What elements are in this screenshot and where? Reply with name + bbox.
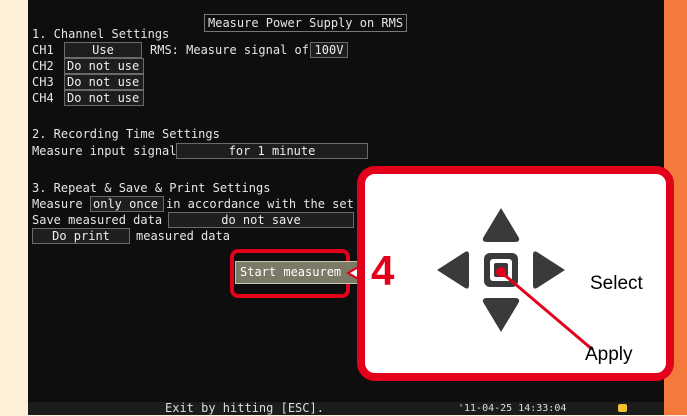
apply-label: Apply [585,344,633,365]
ch2-label: CH2 [32,59,54,73]
exit-hint: Exit by hitting [ESC]. [165,401,324,415]
ch3-select[interactable]: Do not use [64,74,144,90]
ch4-select[interactable]: Do not use [64,90,144,106]
right-arrow-key[interactable] [533,251,565,289]
section-channel-settings: 1. Channel Settings [32,27,170,41]
ch4-label: CH4 [32,91,54,105]
page-title: Measure Power Supply on RMS [204,14,408,32]
left-arrow-key[interactable] [437,251,469,289]
rms-voltage-select[interactable]: 100V [310,42,348,58]
down-arrow-key[interactable] [482,298,520,332]
print-select[interactable]: Do print [32,228,130,244]
input-signal-label: Measure input signal [32,144,177,158]
save-data-label: Save measured data [32,213,163,227]
measure-repeat-select[interactable]: only once [90,196,164,212]
cursor-keypad [437,208,594,350]
power-indicator-icon [618,404,627,412]
recording-time-select[interactable]: for 1 minute [176,143,368,159]
print-suffix-text: measured data [136,229,230,243]
select-label: Select [590,273,643,294]
section-recording-time: 2. Recording Time Settings [32,127,220,141]
status-bar: Exit by hitting [ESC]. '11-04-25 14:33:0… [28,401,664,415]
measure-label: Measure [32,197,83,211]
ch1-select[interactable]: Use [64,42,142,58]
apply-pointer-line [500,270,594,350]
section-repeat-save-print: 3. Repeat & Save & Print Settings [32,181,271,195]
save-data-select[interactable]: do not save [168,212,354,228]
measure-suffix-text: in accordance with the set v [166,197,369,211]
ch2-select[interactable]: Do not use [64,58,144,74]
step-number: 4 [371,247,395,294]
rms-label: RMS: Measure signal of [150,43,309,57]
ch1-label: CH1 [32,43,54,57]
status-timestamp: '11-04-25 14:33:04 [458,403,567,414]
ch3-label: CH3 [32,75,54,89]
up-arrow-key[interactable] [482,208,520,242]
